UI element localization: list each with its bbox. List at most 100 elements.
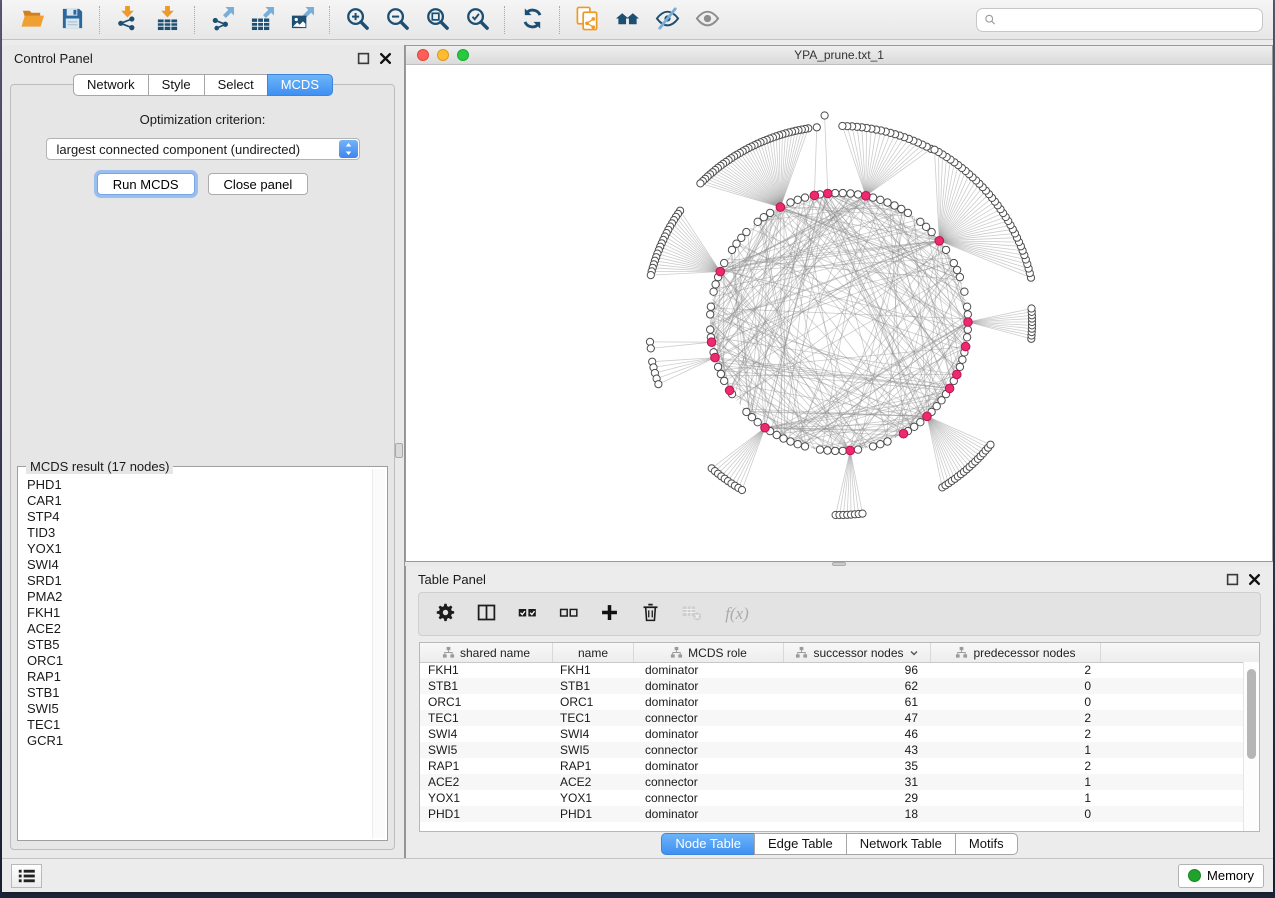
first-neighbors-icon: [615, 6, 640, 34]
first-neighbors-button[interactable]: [607, 4, 647, 36]
optimization-criterion-value: largest connected component (undirected): [57, 142, 301, 157]
open-file-button[interactable]: [12, 4, 52, 36]
close-panel-button[interactable]: Close panel: [208, 173, 309, 195]
zoom-fit-button[interactable]: [417, 4, 457, 36]
table-scrollbar[interactable]: [1243, 662, 1259, 831]
add-column-button[interactable]: [597, 602, 621, 626]
table-row[interactable]: ORC1ORC1dominator610: [420, 694, 1244, 710]
open-file-icon: [20, 6, 45, 34]
table-tab-edge-table[interactable]: Edge Table: [754, 833, 847, 855]
show-panels-list-button[interactable]: [11, 864, 42, 888]
table-row[interactable]: SWI4SWI4dominator462: [420, 726, 1244, 742]
mcds-result-item: TID3: [27, 525, 387, 541]
hide-selected-button[interactable]: [647, 4, 687, 36]
mcds-tab-content: Optimization criterion: largest connecte…: [10, 84, 395, 850]
column-header-shared-name[interactable]: shared name: [420, 643, 553, 662]
node-table: shared namenameMCDS rolesuccessor nodesp…: [419, 642, 1260, 832]
close-table-panel-icon[interactable]: [1248, 573, 1261, 586]
deselect-all-button[interactable]: [556, 602, 580, 626]
export-image-button[interactable]: [282, 4, 322, 36]
node-table-rows: FKH1FKH1dominator962STB1STB1dominator620…: [420, 662, 1244, 831]
column-header-predecessor-nodes[interactable]: predecessor nodes: [931, 643, 1101, 662]
float-panel-icon[interactable]: [357, 52, 370, 65]
export-table-icon: [250, 6, 275, 34]
deselect-all-icon: [558, 602, 579, 626]
run-mcds-button[interactable]: Run MCDS: [97, 173, 195, 195]
add-column-icon: [599, 602, 620, 626]
table-panel-tabs: Node TableEdge TableNetwork TableMotifs: [406, 833, 1273, 855]
float-table-panel-icon[interactable]: [1226, 573, 1239, 586]
tab-network[interactable]: Network: [73, 74, 149, 96]
network-window-titlebar[interactable]: YPA_prune.txt_1: [406, 46, 1272, 65]
status-bar: Memory: [2, 858, 1273, 892]
toolbar-buttons: [12, 0, 727, 39]
zoom-selected-button[interactable]: [457, 4, 497, 36]
close-window-icon[interactable]: [417, 49, 429, 61]
table-row[interactable]: PHD1PHD1dominator180: [420, 806, 1244, 822]
export-image-icon: [290, 6, 315, 34]
table-scrollbar-thumb[interactable]: [1247, 669, 1256, 759]
zoom-in-button[interactable]: [337, 4, 377, 36]
column-header-successor-nodes[interactable]: successor nodes: [784, 643, 931, 662]
tab-mcds[interactable]: MCDS: [267, 74, 333, 96]
table-tab-network-table[interactable]: Network Table: [846, 833, 956, 855]
show-columns-button[interactable]: [474, 602, 498, 626]
table-row[interactable]: ACE2ACE2connector311: [420, 774, 1244, 790]
hide-selected-icon: [655, 6, 680, 34]
mcds-result-item: SWI5: [27, 701, 387, 717]
mcds-result-item: CAR1: [27, 493, 387, 509]
network-graph[interactable]: [406, 64, 1274, 561]
tab-style[interactable]: Style: [148, 74, 205, 96]
tab-select[interactable]: Select: [204, 74, 268, 96]
control-panel-tabs: NetworkStyleSelectMCDS: [2, 74, 404, 96]
table-tab-motifs[interactable]: Motifs: [955, 833, 1018, 855]
export-network-icon: [210, 6, 235, 34]
mcds-result-scrollbar[interactable]: [372, 469, 385, 838]
table-row[interactable]: SWI5SWI5connector431: [420, 742, 1244, 758]
column-header-name[interactable]: name: [553, 643, 634, 662]
window-traffic-lights: [417, 49, 469, 61]
memory-button[interactable]: Memory: [1178, 864, 1264, 888]
export-table-button[interactable]: [242, 4, 282, 36]
import-table-button[interactable]: [147, 4, 187, 36]
network-from-selection-button[interactable]: [567, 4, 607, 36]
mcds-result-item: SRD1: [27, 573, 387, 589]
zoom-out-button[interactable]: [377, 4, 417, 36]
show-all-button[interactable]: [687, 4, 727, 36]
show-columns-icon: [476, 602, 497, 626]
import-network-button[interactable]: [107, 4, 147, 36]
refresh-icon: [520, 6, 545, 34]
mcds-result-item: ORC1: [27, 653, 387, 669]
mcds-result-item: RAP1: [27, 669, 387, 685]
export-network-button[interactable]: [202, 4, 242, 36]
save-session-button[interactable]: [52, 4, 92, 36]
search-input[interactable]: [1002, 11, 1255, 28]
sort-desc-icon: [909, 648, 919, 658]
mcds-result-item: GCR1: [27, 733, 387, 749]
zoom-selected-icon: [465, 6, 490, 34]
search-icon: [984, 13, 997, 26]
delete-columns-button[interactable]: [638, 602, 662, 626]
table-row[interactable]: FKH1FKH1dominator962: [420, 662, 1244, 678]
column-header-filler: [1101, 643, 1259, 662]
refresh-button[interactable]: [512, 4, 552, 36]
search-box[interactable]: [976, 8, 1263, 32]
optimization-criterion-select[interactable]: largest connected component (undirected): [46, 138, 360, 160]
table-row[interactable]: TEC1TEC1connector472: [420, 710, 1244, 726]
mcds-result-item: STP4: [27, 509, 387, 525]
import-network-icon: [115, 6, 140, 34]
table-tab-node-table[interactable]: Node Table: [661, 833, 755, 855]
vertical-splitter-handle[interactable]: [395, 443, 403, 458]
close-panel-icon[interactable]: [379, 52, 392, 65]
table-row[interactable]: STB1STB1dominator620: [420, 678, 1244, 694]
select-all-button[interactable]: [515, 602, 539, 626]
minimize-window-icon[interactable]: [437, 49, 449, 61]
table-row[interactable]: RAP1RAP1dominator352: [420, 758, 1244, 774]
table-options-gear-button[interactable]: [433, 602, 457, 626]
maximize-window-icon[interactable]: [457, 49, 469, 61]
column-header-MCDS-role[interactable]: MCDS role: [634, 643, 784, 662]
select-all-icon: [517, 602, 538, 626]
network-canvas[interactable]: [406, 64, 1272, 561]
table-row[interactable]: YOX1YOX1connector291: [420, 790, 1244, 806]
zoom-out-icon: [385, 6, 410, 34]
